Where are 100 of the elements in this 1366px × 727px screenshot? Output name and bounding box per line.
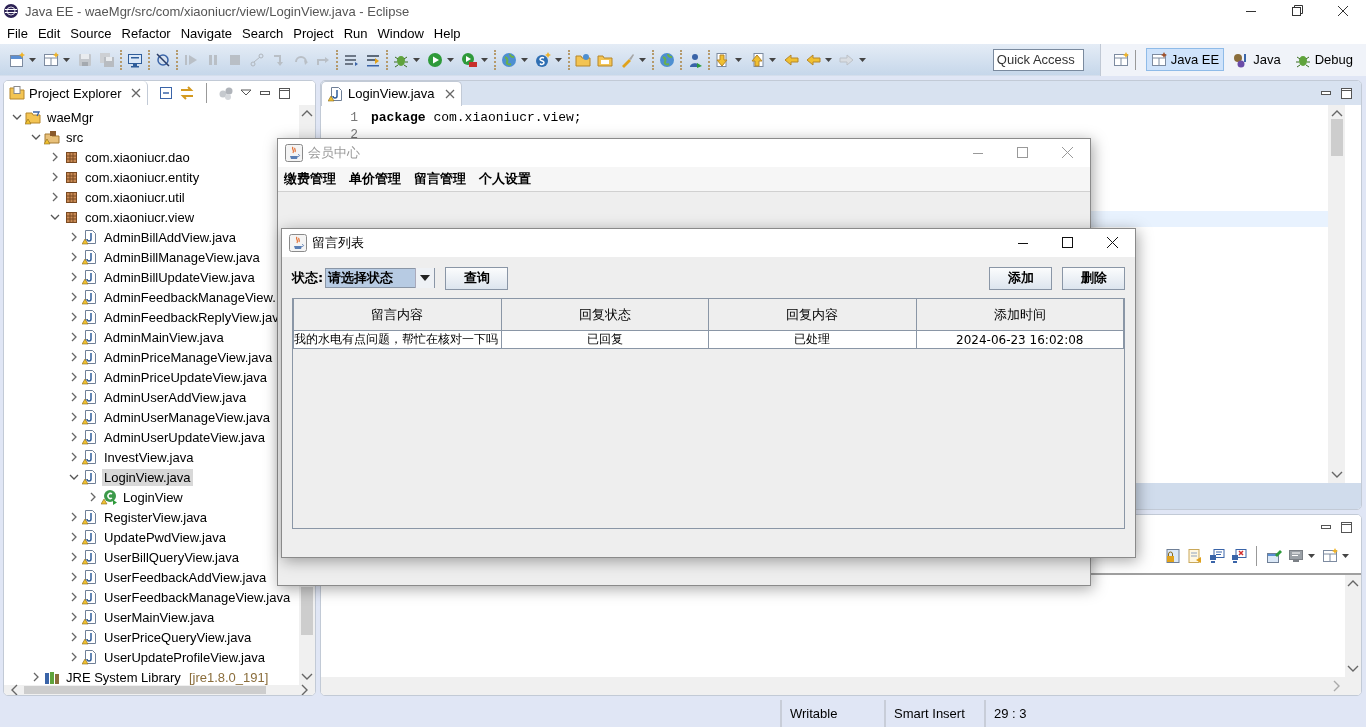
folder-icon[interactable]: [575, 51, 591, 68]
tree-item[interactable]: AdminUserAddView.java: [102, 388, 249, 406]
tree-item[interactable]: AdminBillUpdateView.java: [102, 268, 257, 286]
scroll-right-icon[interactable]: [301, 684, 309, 695]
column-header[interactable]: 留言内容: [293, 299, 501, 331]
person-icon[interactable]: [687, 51, 703, 68]
tree-item[interactable]: LoginView: [121, 488, 185, 506]
menu-item[interactable]: 个人设置: [479, 170, 531, 188]
column-header[interactable]: 添加时间: [916, 299, 1124, 331]
menu-item[interactable]: Project: [288, 25, 339, 41]
tree-item[interactable]: UserPriceQueryView.java: [102, 628, 254, 646]
skip-breakpoints-icon[interactable]: [155, 51, 171, 68]
column-header[interactable]: 回复内容: [708, 299, 916, 331]
menu-item[interactable]: File: [2, 25, 33, 41]
scroll-down-icon[interactable]: [301, 673, 313, 681]
tree-item[interactable]: AdminUserUpdateView.java: [102, 428, 267, 446]
scroll-left-icon[interactable]: [10, 684, 18, 695]
caret-icon[interactable]: [520, 55, 529, 64]
collapse-all-icon[interactable]: [158, 85, 175, 101]
query-button[interactable]: 查询: [445, 266, 509, 290]
menu-item[interactable]: Edit: [32, 25, 66, 41]
down-arrow-icon[interactable]: [715, 51, 731, 68]
scrollbar[interactable]: [321, 677, 1361, 695]
tree-item[interactable]: com.xiaoniucr.util: [83, 188, 187, 206]
caret-icon[interactable]: [638, 55, 647, 64]
menu-item[interactable]: 单价管理: [349, 170, 401, 188]
status-dropdown[interactable]: 请选择状态: [325, 268, 436, 288]
new-window-icon[interactable]: [9, 51, 25, 68]
tree-item[interactable]: AdminPriceUpdateView.java: [102, 368, 270, 386]
maximize-icon[interactable]: [1339, 520, 1353, 534]
comment-icon[interactable]: [1209, 548, 1225, 564]
caret-icon[interactable]: [768, 55, 777, 64]
caret-icon[interactable]: [28, 55, 37, 64]
scrollbar-thumb[interactable]: [301, 587, 313, 635]
tree-item[interactable]: UserUpdateProfileView.java: [102, 648, 267, 666]
tree-item[interactable]: UserBillQueryView.java: [102, 548, 241, 566]
tree-item[interactable]: AdminUserManageView.java: [102, 408, 272, 426]
tree-item[interactable]: InvestView.java: [102, 448, 196, 466]
up-arrow-icon[interactable]: [749, 51, 765, 68]
close-icon[interactable]: [131, 88, 142, 98]
caret-icon[interactable]: [858, 55, 867, 64]
scroll-down-icon[interactable]: [1330, 471, 1343, 479]
tree-item[interactable]: UserFeedbackAddView.java: [102, 568, 269, 586]
tree-item[interactable]: UpdatePwdView.java: [102, 528, 228, 546]
tree-item[interactable]: waeMgr: [45, 108, 96, 126]
perspective-button[interactable]: Java EE: [1145, 48, 1225, 71]
scrollbar-thumb[interactable]: [24, 686, 266, 694]
menu-item[interactable]: Window: [372, 25, 429, 41]
editor-tab[interactable]: LoginView.java: [321, 81, 462, 106]
caret-icon[interactable]: [554, 55, 563, 64]
comment-error-icon[interactable]: [1231, 548, 1247, 564]
menu-item[interactable]: Run: [338, 25, 373, 41]
tree-item[interactable]: UserMainView.java: [102, 608, 217, 626]
monitor-icon[interactable]: [1288, 548, 1304, 564]
close-icon[interactable]: [444, 88, 455, 99]
caret-icon[interactable]: [480, 55, 489, 64]
quick-access-field[interactable]: Quick Access: [992, 48, 1084, 71]
caret-icon[interactable]: [62, 55, 71, 64]
lock-icon[interactable]: [1165, 548, 1181, 564]
menu-item[interactable]: 留言管理: [414, 170, 466, 188]
menu-item[interactable]: Help: [428, 25, 466, 41]
maximize-icon[interactable]: [277, 86, 292, 100]
tree-item[interactable]: AdminBillManageView.java: [102, 248, 262, 266]
open-perspective-icon[interactable]: [1112, 51, 1129, 68]
scroll-up-icon[interactable]: [301, 109, 313, 117]
maximize-icon[interactable]: [1339, 86, 1353, 100]
tree-item[interactable]: AdminFeedbackManageView.: [102, 288, 278, 306]
tree-item[interactable]: JRE System Library: [64, 668, 183, 685]
tree-item[interactable]: AdminBillAddView.java: [102, 228, 238, 246]
tree-item[interactable]: AdminMainView.java: [102, 328, 226, 346]
tree-item[interactable]: com.xiaoniucr.dao: [83, 148, 192, 166]
caret-icon[interactable]: [446, 55, 455, 64]
scroll-up-icon[interactable]: [1347, 579, 1359, 587]
action-button[interactable]: 添加: [989, 266, 1052, 290]
scrollbar[interactable]: [4, 685, 315, 695]
tree-item[interactable]: src: [64, 128, 86, 146]
scrollbar-thumb[interactable]: [1330, 119, 1343, 156]
action-button[interactable]: 删除: [1062, 266, 1125, 290]
tree-item[interactable]: LoginView.java: [102, 468, 193, 486]
menu-item[interactable]: Search: [237, 25, 289, 41]
menu-item[interactable]: 缴费管理: [284, 170, 336, 188]
caret-icon[interactable]: [1341, 552, 1350, 560]
tree-item[interactable]: com.xiaoniucr.entity: [83, 168, 202, 186]
tree-item[interactable]: UserFeedbackManageView.java: [102, 588, 293, 606]
monitor-icon[interactable]: [127, 51, 143, 68]
scroll-down-icon[interactable]: [1347, 665, 1359, 673]
caret-icon[interactable]: [824, 55, 833, 64]
run-tool-icon[interactable]: [461, 51, 477, 68]
tree-item[interactable]: AdminFeedbackReplyView.jav: [102, 308, 281, 326]
perspective-button[interactable]: Java: [1228, 48, 1286, 71]
scrollbar[interactable]: [1345, 575, 1361, 677]
scroll-up-icon[interactable]: [1330, 109, 1343, 117]
caret-icon[interactable]: [734, 55, 743, 64]
globe-icon[interactable]: [659, 51, 675, 68]
menu-item[interactable]: Source: [65, 25, 117, 41]
tree-item[interactable]: AdminPriceManageView.java: [102, 348, 275, 366]
tree-item[interactable]: RegisterView.java: [102, 508, 210, 526]
column-header[interactable]: 回复状态: [501, 299, 709, 331]
new-item-icon[interactable]: [43, 51, 59, 68]
play-icon[interactable]: [427, 51, 443, 68]
